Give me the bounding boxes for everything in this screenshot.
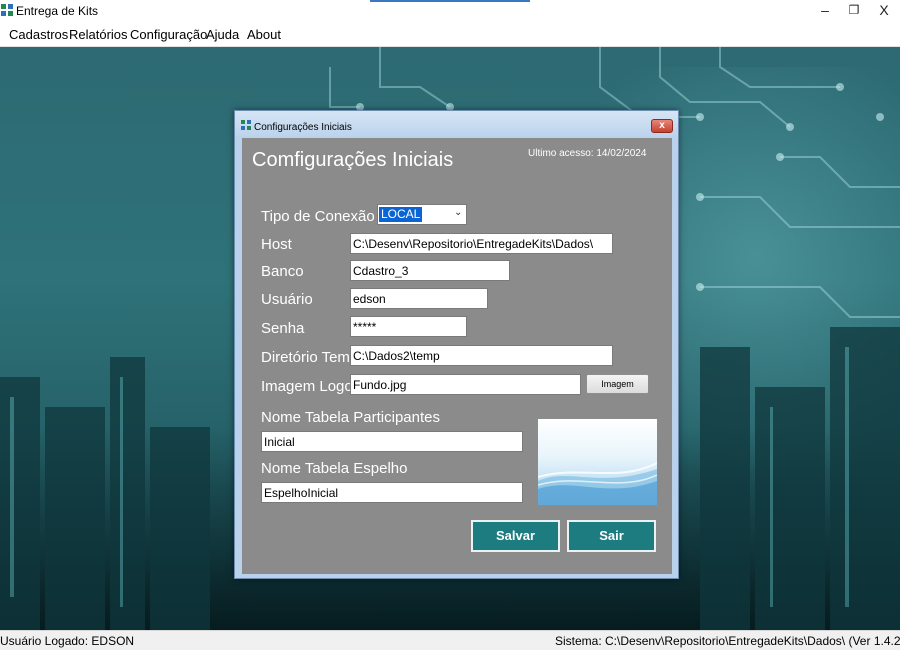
tabela-participantes-label: Nome Tabela Participantes bbox=[261, 409, 440, 426]
tabela-espelho-input[interactable]: EspelhoInicial bbox=[261, 482, 523, 503]
tipo-conexao-label: Tipo de Conexão bbox=[261, 208, 375, 225]
wave-graphic bbox=[538, 462, 657, 505]
title-accent-line bbox=[370, 0, 530, 2]
dialog-title: Configurações Iniciais bbox=[254, 122, 352, 133]
status-bar: Usuário Logado: EDSON Sistema: C:\Desenv… bbox=[0, 630, 900, 650]
imagem-button[interactable]: Imagem bbox=[586, 374, 649, 394]
tipo-conexao-select[interactable]: LOCAL ⌄ bbox=[377, 204, 467, 225]
imagem-logo-input[interactable]: Fundo.jpg bbox=[350, 374, 581, 395]
usuario-label: Usuário bbox=[261, 291, 313, 308]
banco-label: Banco bbox=[261, 263, 304, 280]
last-access-text: Ultimo acesso: 14/02/2024 bbox=[528, 148, 647, 159]
host-label: Host bbox=[261, 236, 292, 253]
menu-bar: Cadastros Relatórios Configuração Ajuda … bbox=[0, 22, 900, 47]
window-title: Entrega de Kits bbox=[16, 4, 99, 18]
menu-ajuda[interactable]: Ajuda bbox=[206, 27, 239, 42]
salvar-button[interactable]: Salvar bbox=[471, 520, 560, 552]
dialog-heading: Comfigurações Iniciais bbox=[252, 149, 454, 171]
menu-configuracao[interactable]: Configuração bbox=[130, 27, 207, 42]
diretorio-temp-input[interactable]: C:\Dados2\temp bbox=[350, 345, 613, 366]
menu-about[interactable]: About bbox=[247, 27, 281, 42]
banco-input[interactable]: Cdastro_3 bbox=[350, 260, 510, 281]
close-window-button[interactable]: X bbox=[869, 0, 899, 20]
tipo-conexao-value: LOCAL bbox=[379, 207, 423, 222]
app-icon bbox=[1, 4, 13, 16]
logo-preview-image bbox=[538, 419, 657, 505]
sair-button[interactable]: Sair bbox=[567, 520, 656, 552]
menu-cadastros[interactable]: Cadastros bbox=[9, 27, 68, 42]
chevron-down-icon: ⌄ bbox=[454, 207, 463, 218]
dialog-body: Comfigurações Iniciais Ultimo acesso: 14… bbox=[242, 138, 672, 574]
restore-button[interactable]: ❐ bbox=[839, 0, 869, 20]
status-system: Sistema: C:\Desenv\Repositorio\Entregade… bbox=[555, 634, 900, 648]
menu-relatorios[interactable]: Relatórios bbox=[69, 27, 128, 42]
tabela-espelho-label: Nome Tabela Espelho bbox=[261, 460, 408, 477]
senha-input[interactable]: ***** bbox=[350, 316, 467, 337]
status-user: Usuário Logado: EDSON bbox=[0, 634, 135, 648]
dialog-titlebar: Configurações Iniciais x bbox=[235, 111, 678, 137]
usuario-input[interactable]: edson bbox=[350, 288, 488, 309]
host-input[interactable]: C:\Desenv\Repositorio\EntregadeKits\Dado… bbox=[350, 233, 613, 254]
window-titlebar: Entrega de Kits – ❐ X bbox=[0, 0, 900, 22]
dialog-close-button[interactable]: x bbox=[651, 119, 673, 133]
diretorio-temp-label: Diretório Temp bbox=[261, 349, 359, 366]
config-dialog: Configurações Iniciais x Comfigurações I… bbox=[234, 110, 679, 579]
imagem-logo-label: Imagem Logo bbox=[261, 378, 353, 395]
senha-label: Senha bbox=[261, 320, 305, 337]
minimize-button[interactable]: – bbox=[810, 0, 840, 20]
dialog-app-icon bbox=[241, 120, 251, 130]
tabela-participantes-input[interactable]: Inicial bbox=[261, 431, 523, 452]
